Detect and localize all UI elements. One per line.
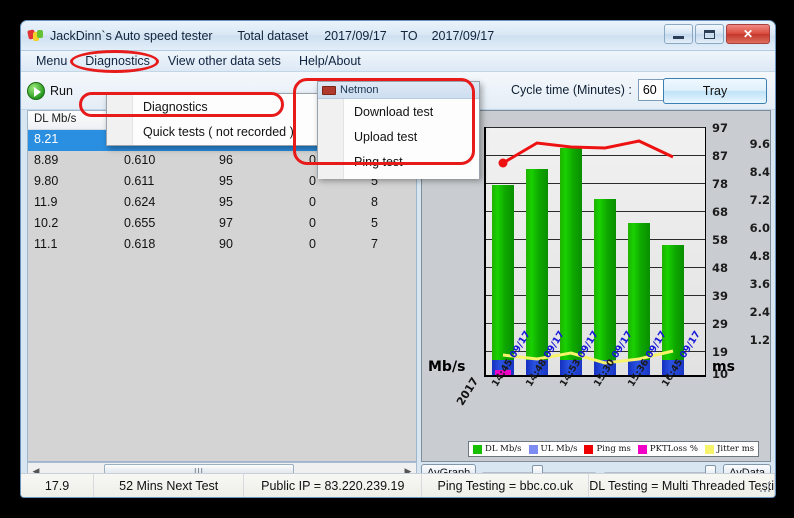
menu-item-help-about[interactable]: Help/About — [290, 52, 370, 70]
column-header-dl[interactable]: DL Mb/s — [28, 111, 118, 129]
cycle-time-label: Cycle time (Minutes) : — [511, 83, 632, 97]
cell-dl: 10.2 — [34, 216, 59, 230]
diagnostics-dropdown-menu[interactable]: Diagnostics Quick tests ( not recorded ) — [106, 93, 321, 146]
y2-axis-tick: 19 — [712, 345, 729, 359]
legend-item-ping: Ping ms — [584, 444, 631, 454]
date-to-label: TO — [400, 28, 418, 43]
cell-ping: 97 — [219, 216, 233, 230]
table-row[interactable]: 11.9 0.624 95 0 8 — [28, 193, 416, 214]
cell-ping: 90 — [219, 237, 233, 251]
status-bar: 17.9 52 Mins Next Test Public IP = 83.22… — [21, 473, 775, 497]
cell-dl: 11.1 — [34, 237, 58, 251]
legend-swatch-jitter — [704, 444, 714, 454]
maximize-icon — [704, 29, 715, 39]
tray-button-label: Tray — [702, 84, 728, 98]
status-current-speed: 17.9 — [21, 474, 95, 497]
app-logo-icon — [27, 28, 44, 44]
cell-dl: 8.89 — [34, 153, 59, 167]
legend-item-pktloss: PKTLoss % — [637, 444, 698, 454]
legend-item-ul: UL Mb/s — [528, 444, 577, 454]
cell-ul: 0.618 — [124, 237, 156, 251]
status-next-test: 52 Mins Next Test — [94, 474, 245, 497]
legend-swatch-ping — [584, 444, 594, 454]
menu-item-view-other-data-sets[interactable]: View other data sets — [159, 52, 290, 70]
menu-item-quick-tests[interactable]: Quick tests ( not recorded ) — [107, 119, 320, 144]
resize-grip-icon[interactable] — [760, 482, 772, 494]
cell-ul: 0.624 — [124, 195, 156, 209]
menu-gutter — [107, 94, 133, 145]
menu-item-diagnostics-entry[interactable]: Diagnostics — [107, 94, 320, 119]
date-to: 2017/09/17 — [431, 28, 495, 43]
y2-axis-tick: 48 — [712, 261, 729, 275]
play-icon — [27, 81, 45, 100]
cell-dl: 8.21 — [34, 132, 59, 146]
minimize-icon — [673, 35, 684, 39]
application-window: JackDinn`s Auto speed tester Total datas… — [20, 20, 776, 498]
tray-button[interactable]: Tray — [663, 78, 767, 104]
cell-ping: 95 — [219, 174, 233, 188]
close-icon: ✕ — [742, 27, 754, 41]
cell-ping: 96 — [219, 153, 233, 167]
legend-item-dl: DL Mb/s — [473, 444, 522, 454]
cell-jitter: 7 — [371, 237, 378, 251]
cell-ul: 0.611 — [124, 174, 155, 188]
menu-item-menu[interactable]: Menu — [27, 52, 76, 70]
y2-axis-tick: 87 — [712, 149, 729, 163]
legend-item-jitter: Jitter ms — [704, 444, 754, 454]
menu-item-diagnostics[interactable]: Diagnostics — [76, 52, 159, 70]
y2-axis-tick: 68 — [712, 205, 729, 219]
status-dl-testing: DL Testing = Multi Threaded Testi — [589, 474, 775, 497]
quick-tests-submenu[interactable]: Netmon Download test Upload test Ping te… — [317, 81, 480, 179]
submenu-gutter — [318, 99, 344, 179]
screenshot-root: JackDinn`s Auto speed tester Total datas… — [0, 0, 794, 518]
legend-swatch-ul — [528, 444, 538, 454]
table-row[interactable]: 11.1 0.618 90 0 7 — [28, 235, 416, 256]
cell-jitter: 8 — [371, 195, 378, 209]
y-axis-label: Mb/s — [428, 359, 466, 375]
dataset-label: Total dataset — [237, 28, 309, 43]
cell-pkt: 0 — [309, 216, 316, 230]
date-from: 2017/09/17 — [324, 28, 387, 43]
cell-jitter: 5 — [371, 216, 378, 230]
cell-ul: 0.610 — [124, 153, 156, 167]
run-button-label: Run — [50, 83, 73, 98]
run-button[interactable]: Run — [27, 81, 73, 100]
cell-ul: 0.655 — [124, 216, 156, 230]
cell-dl: 9.80 — [34, 174, 59, 188]
y2-axis-tick: 39 — [712, 289, 729, 303]
y2-axis-label: ms — [712, 359, 735, 375]
window-title-text: JackDinn`s Auto speed tester — [50, 28, 213, 43]
netmon-icon — [322, 85, 336, 95]
cell-ping: 95 — [219, 195, 233, 209]
close-button[interactable]: ✕ — [726, 24, 770, 44]
chart-legend: DL Mb/s UL Mb/s Ping ms PKTLoss % Jitter… — [468, 441, 760, 457]
title-bar: JackDinn`s Auto speed tester Total datas… — [21, 21, 775, 51]
status-ping-testing: Ping Testing = bbc.co.uk — [422, 474, 590, 497]
menu-bar: Menu Diagnostics View other data sets He… — [21, 51, 775, 72]
cell-pkt: 0 — [309, 237, 316, 251]
y2-axis-tick: 58 — [712, 233, 729, 247]
y2-axis-tick: 29 — [712, 317, 729, 331]
maximize-button[interactable] — [695, 24, 724, 44]
submenu-title-text: Netmon — [340, 84, 379, 96]
submenu-title-bar: Netmon — [318, 82, 479, 99]
legend-swatch-pktloss — [637, 444, 647, 454]
cell-pkt: 0 — [309, 195, 316, 209]
data-grid-body: 8.21 0.649 93 0 4 8.89 0.610 96 0 5 — [28, 130, 416, 461]
status-public-ip: Public IP = 83.220.239.19 — [244, 474, 423, 497]
legend-swatch-dl — [473, 444, 482, 454]
cell-dl: 11.9 — [34, 195, 58, 209]
y2-axis-tick: 78 — [712, 177, 729, 191]
y2-axis-tick: 97 — [712, 121, 729, 135]
x-axis-label: 2017 — [454, 375, 482, 408]
window-controls: ✕ — [664, 24, 770, 44]
table-row[interactable]: 10.2 0.655 97 0 5 — [28, 214, 416, 235]
window-title: JackDinn`s Auto speed tester Total datas… — [50, 29, 494, 43]
minimize-button[interactable] — [664, 24, 693, 44]
